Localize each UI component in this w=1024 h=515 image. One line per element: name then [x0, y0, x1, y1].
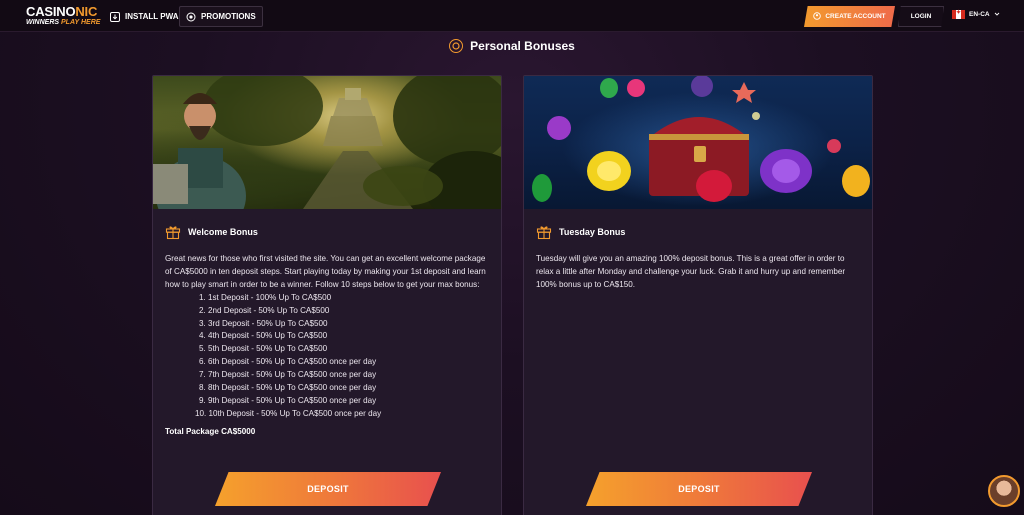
tuesday-bonus-description: Tuesday will give you an amazing 100% de…: [536, 254, 846, 289]
install-pwa-button[interactable]: INSTALL PWA: [104, 6, 184, 27]
language-label: EN-CA: [969, 11, 990, 18]
welcome-deposit-button[interactable]: DEPOSIT: [215, 472, 441, 506]
list-item: 3. 3rd Deposit - 50% Up To CA$500: [199, 318, 328, 328]
canada-flag-icon: [952, 9, 965, 19]
logo-tagline: WINNERS PLAY HERE: [26, 19, 101, 26]
create-account-button[interactable]: CREATE ACCOUNT: [804, 6, 895, 27]
list-item: 5. 5th Deposit - 50% Up To CA$500: [199, 344, 328, 354]
tuesday-bonus-banner: [524, 76, 872, 209]
list-item: 6. 6th Deposit - 50% Up To CA$500 once p…: [199, 357, 377, 367]
coin-icon: [449, 39, 464, 53]
top-header: CASINONIC WINNERS PLAY HERE INSTALL PWA …: [0, 0, 1024, 32]
welcome-bonus-header: Welcome Bonus: [165, 223, 489, 241]
tuesday-deposit-button[interactable]: DEPOSIT: [586, 472, 812, 506]
deposit-label: DEPOSIT: [678, 484, 720, 494]
welcome-bonus-card: Welcome Bonus Great news for those who f…: [152, 75, 502, 515]
gift-icon: [186, 12, 196, 22]
tuesday-bonus-card: Tuesday Bonus Tuesday will give you an a…: [523, 75, 873, 515]
tuesday-bonus-header: Tuesday Bonus: [536, 223, 860, 241]
deposit-label: DEPOSIT: [307, 484, 349, 494]
promotions-label: PROMOTIONS: [201, 12, 256, 21]
list-item: 7. 7th Deposit - 50% Up To CA$500 once p…: [199, 370, 377, 380]
list-item: 8. 8th Deposit - 50% Up To CA$500 once p…: [199, 383, 377, 393]
tuesday-bonus-title: Tuesday Bonus: [559, 227, 626, 237]
list-item: 4. 4th Deposit - 50% Up To CA$500: [199, 331, 328, 341]
welcome-bonus-banner: [153, 76, 501, 209]
gift-icon: [536, 224, 552, 240]
gift-icon: [165, 224, 181, 240]
welcome-bonus-title: Welcome Bonus: [188, 227, 258, 237]
user-plus-icon: [813, 11, 822, 22]
deposit-steps-list: 1. 1st Deposit - 100% Up To CA$500 2. 2n…: [165, 292, 489, 421]
welcome-bonus-description: Great news for those who first visited t…: [165, 254, 486, 289]
list-item: 1. 1st Deposit - 100% Up To CA$500: [199, 292, 332, 302]
page-title: Personal Bonuses: [0, 36, 1024, 56]
logo-wordmark: CASINONIC: [26, 4, 98, 19]
language-selector[interactable]: EN-CA: [952, 9, 1000, 19]
install-pwa-label: INSTALL PWA: [125, 12, 179, 21]
download-icon: [110, 11, 120, 22]
support-chat-avatar[interactable]: [988, 475, 1020, 507]
total-package: Total Package CA$5000: [165, 426, 256, 436]
chevron-down-icon: [994, 11, 1000, 19]
create-account-label: CREATE ACCOUNT: [825, 13, 886, 20]
list-item: 2. 2nd Deposit - 50% Up To CA$500: [199, 305, 330, 315]
casino-logo[interactable]: CASINONIC WINNERS PLAY HERE: [26, 5, 100, 26]
login-button[interactable]: LOGIN: [898, 6, 944, 27]
page-title-text: Personal Bonuses: [470, 39, 575, 53]
promotions-button[interactable]: PROMOTIONS: [179, 6, 263, 27]
list-item: 10. 10th Deposit - 50% Up To CA$500 once…: [195, 408, 382, 418]
login-label: LOGIN: [910, 13, 932, 20]
list-item: 9. 9th Deposit - 50% Up To CA$500 once p…: [199, 395, 377, 405]
